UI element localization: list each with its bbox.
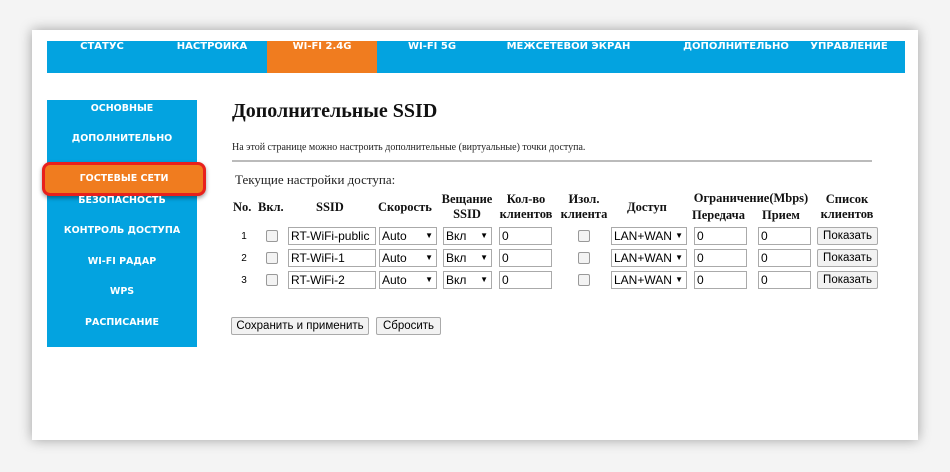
header-isolation: Изол. клиента: [560, 192, 608, 221]
header-no: No.: [233, 200, 252, 214]
save-apply-button[interactable]: Сохранить и применить: [231, 317, 369, 335]
enable-checkbox[interactable]: [266, 230, 278, 242]
client-count-input[interactable]: 0: [499, 271, 552, 289]
tx-limit-input[interactable]: 0: [694, 249, 747, 267]
enable-checkbox[interactable]: [266, 252, 278, 264]
page-title: Дополнительные SSID: [232, 100, 438, 122]
sidebar-item-schedule[interactable]: РАСПИСАНИЕ: [47, 317, 197, 347]
header-enabled: Вкл.: [258, 200, 284, 214]
reset-button[interactable]: Сбросить: [376, 317, 441, 335]
dropdown-arrow-icon: ▼: [675, 275, 683, 284]
client-count-input[interactable]: 0: [499, 227, 552, 245]
row-number: 2: [241, 253, 247, 264]
tab-status[interactable]: СТАТУС: [47, 41, 157, 73]
tab-advanced[interactable]: ДОПОЛНИТЕЛЬНО: [650, 41, 822, 73]
show-clients-button[interactable]: Показать: [817, 271, 878, 289]
row-number: 3: [241, 275, 247, 286]
dropdown-arrow-icon: ▼: [675, 231, 683, 240]
row-number: 1: [241, 231, 247, 242]
isolation-checkbox[interactable]: [578, 274, 590, 286]
rx-limit-input[interactable]: 0: [758, 227, 811, 245]
sidebar-item-basic[interactable]: ОСНОВНЫЕ: [47, 103, 197, 133]
header-rx: Прием: [762, 208, 800, 222]
access-select[interactable]: LAN+WAN ▼: [611, 249, 687, 267]
header-limit: Ограничение(Mbps): [693, 191, 809, 205]
dropdown-arrow-icon: ▼: [675, 253, 683, 262]
broadcast-select[interactable]: Вкл ▼: [443, 227, 492, 245]
divider: [232, 160, 872, 162]
rx-limit-input[interactable]: 0: [758, 271, 811, 289]
dropdown-arrow-icon: ▼: [480, 253, 488, 262]
tab-management[interactable]: УПРАВЛЕНИЕ: [799, 41, 899, 73]
tab-settings[interactable]: НАСТРОЙКА: [157, 41, 267, 73]
ssid-input[interactable]: RT-WiFi-2: [288, 271, 376, 289]
dropdown-arrow-icon: ▼: [480, 275, 488, 284]
broadcast-select[interactable]: Вкл ▼: [443, 249, 492, 267]
show-clients-button[interactable]: Показать: [817, 227, 878, 245]
ssid-input[interactable]: RT-WiFi-public: [288, 227, 376, 245]
header-tx: Передача: [692, 208, 745, 222]
tab-wifi-5[interactable]: WI-FI 5G: [377, 41, 487, 73]
tx-limit-input[interactable]: 0: [694, 271, 747, 289]
show-clients-button[interactable]: Показать: [817, 249, 878, 267]
sidebar-item-wifi-radar[interactable]: WI-FI РАДАР: [47, 256, 197, 286]
header-ssid: SSID: [316, 200, 344, 214]
sidebar-item-guest-networks[interactable]: ГОСТЕВЫЕ СЕТИ: [42, 162, 206, 196]
isolation-checkbox[interactable]: [578, 230, 590, 242]
speed-select[interactable]: Auto ▼: [379, 227, 437, 245]
enable-checkbox[interactable]: [266, 274, 278, 286]
access-select[interactable]: LAN+WAN ▼: [611, 227, 687, 245]
dropdown-arrow-icon: ▼: [425, 253, 433, 262]
tx-limit-input[interactable]: 0: [694, 227, 747, 245]
ssid-input[interactable]: RT-WiFi-1: [288, 249, 376, 267]
sidebar-item-advanced[interactable]: ДОПОЛНИТЕЛЬНО: [47, 133, 197, 163]
header-broadcast: Вещание SSID: [441, 192, 493, 221]
tab-wifi-24[interactable]: WI-FI 2.4G: [267, 41, 377, 73]
sidebar-item-security[interactable]: БЕЗОПАСНОСТЬ: [47, 195, 197, 225]
header-client-count: Кол-во клиентов: [499, 192, 553, 221]
page-description: На этой странице можно настроить дополни…: [232, 142, 586, 153]
rx-limit-input[interactable]: 0: [758, 249, 811, 267]
dropdown-arrow-icon: ▼: [480, 231, 488, 240]
section-subtitle: Текущие настройки доступа:: [235, 172, 396, 187]
speed-select[interactable]: Auto ▼: [379, 249, 437, 267]
sidebar-item-access-control[interactable]: КОНТРОЛЬ ДОСТУПА: [47, 225, 197, 255]
sidebar-item-wps[interactable]: WPS: [47, 286, 197, 316]
sidebar: ОСНОВНЫЕ ДОПОЛНИТЕЛЬНО ГОСТЕВЫЕ СЕТИ БЕЗ…: [42, 100, 206, 347]
speed-select[interactable]: Auto ▼: [379, 271, 437, 289]
dropdown-arrow-icon: ▼: [425, 275, 433, 284]
broadcast-select[interactable]: Вкл ▼: [443, 271, 492, 289]
isolation-checkbox[interactable]: [578, 252, 590, 264]
dropdown-arrow-icon: ▼: [425, 231, 433, 240]
client-count-input[interactable]: 0: [499, 249, 552, 267]
header-access: Доступ: [627, 200, 667, 214]
tab-firewall[interactable]: МЕЖСЕТЕВОЙ ЭКРАН: [487, 41, 650, 73]
top-nav: СТАТУС НАСТРОЙКА WI-FI 2.4G WI-FI 5G МЕЖ…: [47, 41, 905, 73]
header-speed: Скорость: [378, 200, 432, 214]
header-client-list: Список клиентов: [820, 192, 874, 221]
access-select[interactable]: LAN+WAN ▼: [611, 271, 687, 289]
